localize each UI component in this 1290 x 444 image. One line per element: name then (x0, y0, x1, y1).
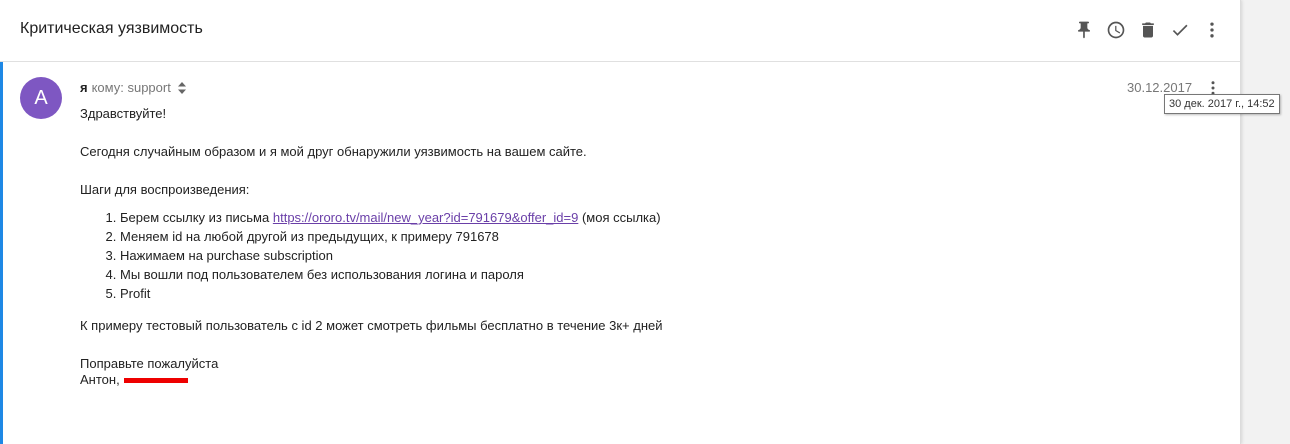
email-subject: Критическая уязвимость (20, 20, 203, 37)
check-icon[interactable] (1168, 18, 1192, 42)
step1-suffix: (моя ссылка) (581, 210, 661, 225)
message-from-line: я кому: support (80, 80, 187, 95)
email-header: Критическая уязвимость (0, 0, 1240, 62)
snooze-clock-icon[interactable] (1104, 18, 1128, 42)
list-item: Нажимаем на purchase subscription (120, 246, 1180, 265)
date-tooltip: 30 дек. 2017 г., 14:52 (1164, 94, 1280, 114)
signature-line: Антон, (80, 372, 1180, 388)
avatar[interactable]: A (20, 77, 62, 119)
fix-request-text: Поправьте пожалуйста (80, 356, 219, 371)
message-date[interactable]: 30.12.2017 (1127, 80, 1192, 95)
list-item: Берем ссылку из письма https://ororo.tv/… (120, 208, 1180, 227)
example-text: К примеру тестовый пользователь с id 2 м… (80, 318, 663, 333)
list-item: Profit (120, 284, 1180, 303)
message-body: Здравствуйте! Сегодня случайным образом … (80, 106, 1180, 388)
recipient-label: кому: support (91, 80, 171, 95)
steps-title: Шаги для воспроизведения: (80, 182, 250, 197)
found-text: Сегодня случайным образом и я мой друг о… (80, 144, 587, 159)
greeting-text: Здравствуйте! (80, 106, 167, 121)
trash-icon[interactable] (1136, 18, 1160, 42)
list-item: Мы вошли под пользователем без использов… (120, 265, 1180, 284)
email-panel: Критическая уязвимость A я кому: support (0, 0, 1280, 444)
email-toolbar (1064, 18, 1224, 42)
sender-name[interactable]: я (80, 80, 88, 95)
redaction-bar (123, 378, 188, 384)
expand-details-icon[interactable] (177, 81, 187, 94)
step1-prefix: Берем ссылку из письма (120, 210, 270, 225)
more-vert-icon[interactable] (1200, 18, 1224, 42)
signature-text: Антон, (80, 372, 120, 387)
pin-icon[interactable] (1072, 18, 1096, 42)
selected-message-accent (0, 62, 3, 444)
avatar-letter: A (34, 86, 48, 109)
steps-list: Берем ссылку из письма https://ororo.tv/… (80, 208, 1180, 303)
step1-link[interactable]: https://ororo.tv/mail/new_year?id=791679… (273, 210, 578, 225)
list-item: Меняем id на любой другой из предыдущих,… (120, 227, 1180, 246)
